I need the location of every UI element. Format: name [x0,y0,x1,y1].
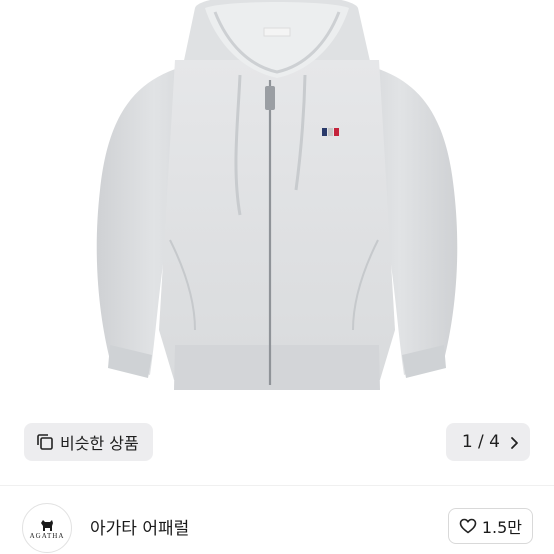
like-count: 1.5만 [481,518,522,537]
seller-avatar[interactable]: AGATHA [22,503,72,553]
gallery-counter-text: 1 / 4 [461,432,500,452]
similar-items-button[interactable]: 비슷한 상품 [24,423,153,461]
seller-name[interactable]: 아가타 어패럴 [90,514,189,539]
seller-row: AGATHA 아가타 어패럴 1.5만 [0,486,554,554]
heart-outline-icon [459,518,477,534]
chevron-right-icon [508,435,520,449]
product-image[interactable] [0,0,554,485]
dog-logo-icon [39,517,55,531]
like-button[interactable]: 1.5만 [447,508,533,544]
seller-logo-text: AGATHA [29,531,65,540]
gallery-counter[interactable]: 1 / 4 [445,423,530,461]
copy-icon [36,433,54,451]
chest-logo [322,128,339,136]
similar-items-label: 비슷한 상품 [60,434,139,453]
hoodie-illustration [96,0,458,390]
